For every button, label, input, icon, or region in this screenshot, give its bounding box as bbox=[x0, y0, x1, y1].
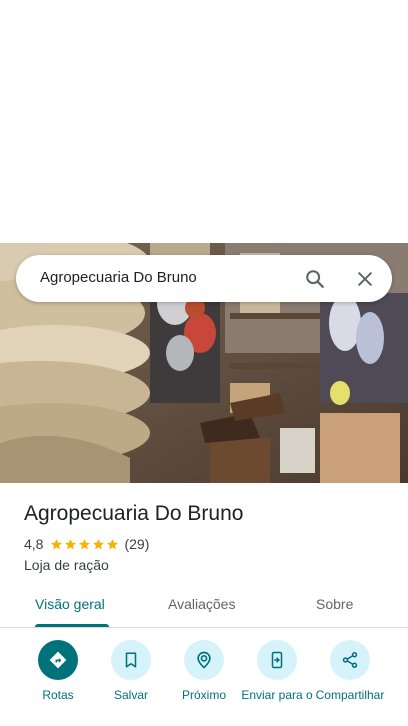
star-icon bbox=[65, 538, 77, 549]
clear-search-button[interactable] bbox=[350, 264, 380, 294]
tab-bar: Visão geral Avaliações Sobre bbox=[0, 588, 408, 628]
nearby-icon bbox=[197, 651, 211, 669]
directions-button[interactable]: Rotas bbox=[21, 640, 95, 702]
rating-value: 4,8 bbox=[24, 536, 44, 552]
share-label: Compartilhar bbox=[315, 688, 385, 702]
nearby-button[interactable]: Próximo bbox=[167, 640, 241, 702]
rating-row[interactable]: 4,8 (29) bbox=[24, 536, 149, 552]
send-to-phone-button-circle[interactable] bbox=[257, 640, 297, 680]
directions-label: Rotas bbox=[42, 688, 74, 702]
star-icon bbox=[51, 538, 63, 549]
share-button-circle[interactable] bbox=[330, 640, 370, 680]
save-label: Salvar bbox=[113, 688, 148, 702]
send-to-phone-button[interactable]: Enviar para o bbox=[240, 640, 314, 702]
share-icon bbox=[342, 652, 358, 668]
tab-about[interactable]: Sobre bbox=[316, 596, 353, 612]
review-count: (29) bbox=[124, 536, 150, 552]
nearby-button-circle[interactable] bbox=[184, 640, 224, 680]
star-icon bbox=[79, 538, 91, 549]
save-button-circle[interactable] bbox=[111, 640, 151, 680]
place-category: Loja de ração bbox=[24, 557, 109, 573]
tab-reviews[interactable]: Avaliações bbox=[168, 596, 235, 612]
nearby-label: Próximo bbox=[181, 688, 226, 702]
place-title: Agropecuaria Do Bruno bbox=[24, 502, 244, 525]
search-icon bbox=[306, 270, 324, 288]
close-icon bbox=[358, 272, 372, 286]
tabs-divider bbox=[0, 627, 408, 628]
send-to-phone-label: Enviar para o bbox=[241, 688, 313, 702]
search-button[interactable] bbox=[300, 264, 330, 294]
star-icon bbox=[93, 538, 105, 549]
directions-icon bbox=[49, 651, 67, 669]
place-page: Agropecuaria Do Bruno Agropecuaria Do Br… bbox=[0, 0, 408, 726]
star-icon bbox=[107, 538, 119, 549]
directions-button-circle[interactable] bbox=[38, 640, 78, 680]
share-button[interactable]: Compartilhar bbox=[313, 640, 387, 702]
action-bar: Rotas Salvar Próximo Enviar para o Compa… bbox=[0, 640, 408, 726]
tab-overview[interactable]: Visão geral bbox=[35, 596, 105, 612]
save-button[interactable]: Salvar bbox=[94, 640, 168, 702]
search-bar[interactable]: Agropecuaria Do Bruno bbox=[16, 255, 392, 302]
rating-stars bbox=[50, 538, 120, 551]
bookmark-icon bbox=[125, 652, 137, 668]
send-to-phone-icon bbox=[271, 651, 283, 669]
search-query-text[interactable]: Agropecuaria Do Bruno bbox=[40, 269, 197, 286]
